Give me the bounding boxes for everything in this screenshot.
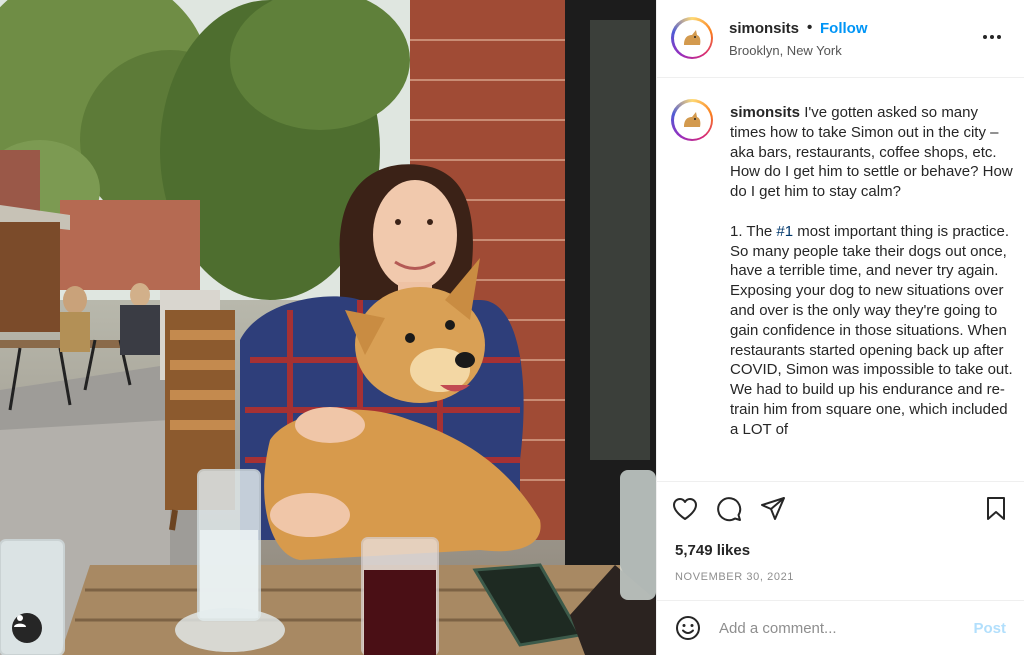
user-tag-icon[interactable] [12, 613, 42, 643]
comment-bar: Post [657, 600, 1024, 655]
bookmark-icon[interactable] [982, 495, 1010, 523]
caption-avatar-image [673, 101, 711, 139]
heart-icon[interactable] [671, 495, 699, 523]
smiley-icon[interactable] [675, 615, 701, 641]
instagram-post: simonsits • Follow Brooklyn, New York si… [0, 0, 1024, 655]
dog-avatar-icon [684, 112, 701, 127]
caption-username[interactable]: simonsits [730, 104, 800, 121]
comment-input[interactable] [719, 615, 959, 641]
paper-plane-icon[interactable] [759, 495, 787, 523]
more-options-icon[interactable] [980, 28, 1004, 46]
photo-scene [0, 0, 656, 655]
post-author-username[interactable]: simonsits [729, 20, 799, 37]
post-side-panel: simonsits • Follow Brooklyn, New York si… [656, 0, 1024, 655]
like-count[interactable]: 5,749 likes [675, 542, 750, 559]
caption-text-part1: I've gotten asked so many times how to t… [730, 104, 1013, 240]
separator-dot: • [807, 19, 813, 36]
avatar[interactable] [671, 17, 713, 59]
post-caption: simonsits I've gotten asked so many time… [730, 103, 1014, 440]
dog-avatar-icon [684, 30, 701, 45]
caption-avatar[interactable] [671, 99, 713, 141]
post-photo[interactable] [0, 0, 656, 655]
post-comment-button[interactable]: Post [973, 620, 1006, 637]
follow-button[interactable]: Follow [820, 20, 868, 37]
post-actions: 5,749 likes NOVEMBER 30, 2021 [657, 481, 1024, 600]
avatar-image [673, 19, 711, 57]
post-location[interactable]: Brooklyn, New York [729, 43, 842, 58]
caption-area: simonsits I've gotten asked so many time… [657, 79, 1024, 480]
post-date: NOVEMBER 30, 2021 [675, 571, 795, 583]
caption-text-part2: most important thing is practice. So man… [730, 222, 1017, 438]
comment-bubble-icon[interactable] [715, 495, 743, 523]
caption-hashtag[interactable]: #1 [776, 223, 793, 240]
post-header: simonsits • Follow Brooklyn, New York [657, 0, 1024, 78]
